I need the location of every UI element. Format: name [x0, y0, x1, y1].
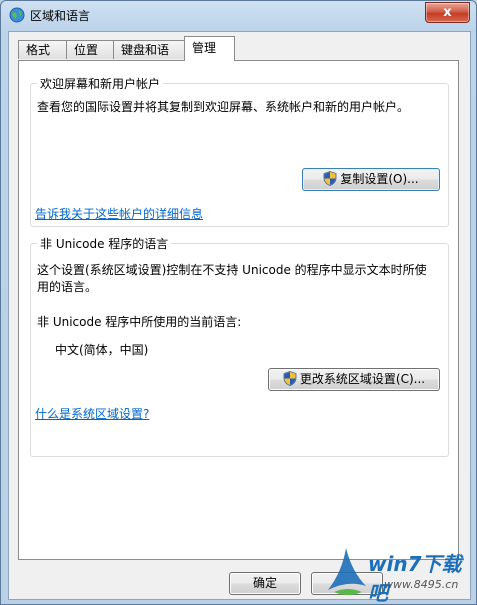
administrative-panel: 欢迎屏幕和新用户帐户 查看您的国际设置并将其复制到欢迎屏幕、系统帐户和新的用户帐… — [18, 60, 459, 560]
uac-shield-icon — [323, 171, 337, 186]
current-language-label: 非 Unicode 程序中所使用的当前语言: — [37, 315, 242, 329]
tab-administrative[interactable]: 管理 — [184, 36, 235, 61]
dialog-window: 区域和语言 x 格式 位置 键盘和语言 管理 欢迎屏幕和新用户帐户 查看您的国际… — [0, 0, 477, 605]
close-button[interactable]: x — [425, 2, 470, 23]
dialog-client-area: 格式 位置 键盘和语言 管理 欢迎屏幕和新用户帐户 查看您的国际设置并将其复制到… — [8, 31, 471, 600]
non-unicode-group-title: 非 Unicode 程序的语言 — [37, 235, 172, 252]
tab-format[interactable]: 格式 — [18, 40, 67, 59]
tab-keyboards-languages[interactable]: 键盘和语言 — [113, 40, 185, 76]
watermark-logo-icon — [328, 548, 366, 595]
welcome-screen-group: 欢迎屏幕和新用户帐户 查看您的国际设置并将其复制到欢迎屏幕、系统帐户和新的用户帐… — [30, 75, 449, 227]
title-bar[interactable]: 区域和语言 x — [1, 1, 476, 29]
welcome-group-title: 欢迎屏幕和新用户帐户 — [37, 75, 164, 92]
change-system-locale-label: 更改系统区域设置(C)... — [299, 372, 426, 386]
watermark-url: www.8495.cn — [384, 578, 459, 591]
tab-location[interactable]: 位置 — [66, 40, 114, 59]
watermark-overlay: win7下载吧 www.8495.cn — [322, 542, 472, 604]
current-language-value: 中文(简体，中国) — [55, 343, 149, 357]
non-unicode-description-line2: 用的语言。 — [37, 280, 98, 294]
copy-settings-button[interactable]: 复制设置(O)... — [302, 168, 440, 191]
ok-button[interactable]: 确定 — [229, 572, 301, 595]
uac-shield-icon — [283, 371, 297, 386]
account-details-link[interactable]: 告诉我关于这些帐户的详细信息 — [35, 206, 203, 223]
welcome-description: 查看您的国际设置并将其复制到欢迎屏幕、系统帐户和新的用户帐户。 — [37, 100, 410, 114]
what-is-system-locale-link[interactable]: 什么是系统区域设置? — [35, 406, 149, 423]
non-unicode-description-line1: 这个设置(系统区域设置)控制在不支持 Unicode 的程序中显示文本时所使 — [37, 263, 427, 277]
close-icon: x — [443, 5, 452, 20]
non-unicode-group: 非 Unicode 程序的语言 这个设置(系统区域设置)控制在不支持 Unico… — [30, 235, 449, 457]
globe-icon — [9, 7, 25, 23]
window-title: 区域和语言 — [30, 9, 91, 23]
watermark-brand: win7下载吧 — [368, 552, 462, 605]
change-system-locale-button[interactable]: 更改系统区域设置(C)... — [268, 368, 440, 391]
copy-settings-label: 复制设置(O)... — [340, 172, 419, 186]
